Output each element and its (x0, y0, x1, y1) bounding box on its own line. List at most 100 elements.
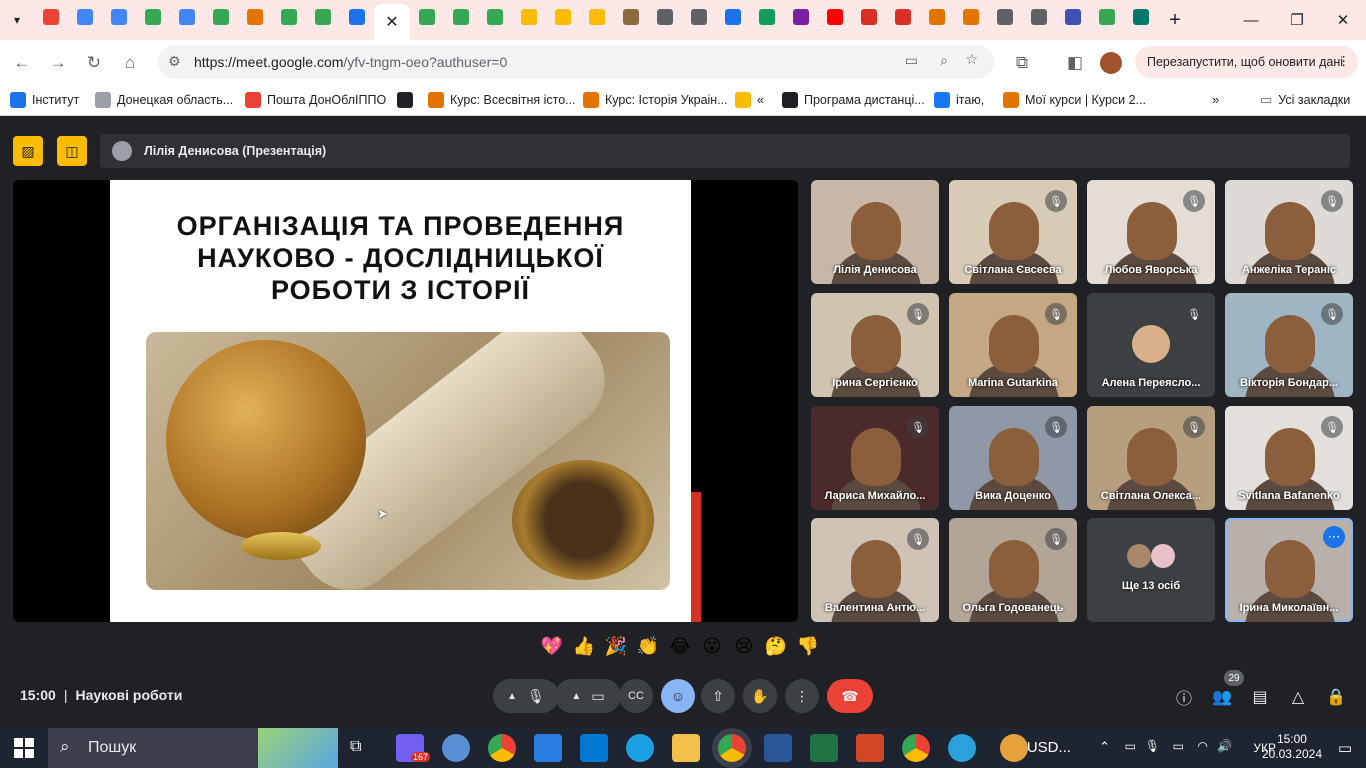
bookmark-item[interactable]: ітаю, (934, 92, 984, 108)
browser-tab[interactable] (886, 0, 920, 34)
bookmark-item[interactable]: Мої курси | Курси 2... (1003, 92, 1146, 108)
browser-tab[interactable] (444, 0, 478, 34)
bookmark-item[interactable] (397, 92, 413, 108)
edge-app[interactable] (626, 734, 654, 762)
mic-button[interactable]: ▲ 🎙 (493, 679, 559, 713)
reaction-emoji-button[interactable]: 👍 (572, 634, 596, 658)
site-info-icon[interactable]: ⚙ (168, 53, 181, 70)
reaction-emoji-button[interactable]: 🎉 (604, 634, 628, 658)
wifi-icon[interactable]: ◠ (1198, 739, 1208, 753)
bookmark-item[interactable]: Донецкая область... (95, 92, 233, 108)
browser-tab[interactable] (1056, 0, 1090, 34)
browser-tab[interactable] (410, 0, 444, 34)
participant-tile[interactable]: 🎙 Ірина Сергієнко (811, 293, 939, 397)
browser-tab[interactable] (546, 0, 580, 34)
reaction-emoji-button[interactable]: 😢 (732, 634, 756, 658)
browser-tab[interactable] (170, 0, 204, 34)
browser-tab[interactable] (1090, 0, 1124, 34)
forward-button[interactable]: → (40, 45, 76, 81)
bookmark-item[interactable]: Курс: Історія Украін... (583, 92, 728, 108)
stop-presenting-button[interactable]: ▨ (13, 136, 43, 166)
browser-tab[interactable] (580, 0, 614, 34)
end-call-button[interactable]: ☎ (827, 679, 873, 713)
browser-tab[interactable] (852, 0, 886, 34)
taskbar-search[interactable]: ⌕ Пошук (48, 728, 338, 768)
meeting-details-button[interactable]: ⓘ (1170, 683, 1198, 711)
viber-app[interactable]: 167 (396, 734, 430, 762)
participant-tile[interactable]: ⋯ Ірина Миколаївн... (1225, 518, 1353, 622)
all-bookmarks[interactable]: ▭ Усі закладки (1260, 92, 1350, 108)
browser-tab[interactable] (102, 0, 136, 34)
chevron-right-icon[interactable]: » (1212, 92, 1219, 107)
participant-tile[interactable]: 🎙 Світлана Євсеєва (949, 180, 1077, 284)
browser-tab[interactable] (34, 0, 68, 34)
host-controls-button[interactable]: 🔒 (1322, 683, 1350, 711)
camera-button[interactable]: ▲ ▭ (555, 679, 621, 713)
browser-tab[interactable] (238, 0, 272, 34)
browser-tab[interactable] (1124, 0, 1158, 34)
layout-button[interactable]: ◫ (57, 136, 87, 166)
participant-tile[interactable]: 🎙 Анжеліка Тераніс (1225, 180, 1353, 284)
restore-button[interactable]: ❐ (1274, 0, 1320, 40)
tab-search-button[interactable]: ▾ (0, 3, 34, 37)
store-app[interactable] (534, 734, 562, 762)
more-horiz-icon[interactable]: ⋯ (1323, 526, 1345, 548)
participant-tile[interactable]: 🎙 Світлана Олекса... (1087, 406, 1215, 510)
browser-tab[interactable] (272, 0, 306, 34)
bookmark-item[interactable]: Пошта ДонОблІППО (245, 92, 386, 108)
task-view-icon[interactable]: ⧉ (350, 738, 361, 756)
reaction-emoji-button[interactable]: 💖 (540, 634, 564, 658)
home-button[interactable]: ⌂ (112, 45, 148, 81)
browser-tab[interactable] (716, 0, 750, 34)
close-tab-icon[interactable]: ✕ (385, 12, 398, 32)
zoom-icon[interactable]: ⌕ (940, 52, 948, 69)
participant-tile[interactable]: 🎙 Алена Переясло... (1087, 293, 1215, 397)
participant-tile[interactable]: 🎙 Svitlana Bafanenko (1225, 406, 1353, 510)
browser-tab[interactable] (750, 0, 784, 34)
volume-icon[interactable]: 🔊 (1217, 739, 1232, 753)
extensions-button[interactable]: ⧉ (1004, 45, 1040, 81)
bookmark-item[interactable]: Програма дистанці... (782, 92, 925, 108)
browser-tab[interactable] (818, 0, 852, 34)
present-button[interactable]: ⇧ (701, 679, 735, 713)
excel-app[interactable] (810, 734, 838, 762)
chrome-app-2[interactable] (902, 734, 930, 762)
browser-tab[interactable] (136, 0, 170, 34)
browser-tab[interactable] (512, 0, 546, 34)
browser-tab[interactable] (648, 0, 682, 34)
raise-hand-button[interactable]: ✋ (743, 679, 777, 713)
browser-tab[interactable] (340, 0, 374, 34)
chrome-app[interactable] (488, 734, 516, 762)
reaction-emoji-button[interactable]: 😂 (668, 634, 692, 658)
activities-button[interactable]: △ (1284, 683, 1312, 711)
more-options-button[interactable]: ⋮ (785, 679, 819, 713)
browser-tab[interactable] (68, 0, 102, 34)
participant-tile[interactable]: 🎙 Лариса Михайло... (811, 406, 939, 510)
chat-button[interactable]: ▤ (1246, 683, 1274, 711)
browser-tab[interactable] (478, 0, 512, 34)
telegram-app[interactable] (948, 734, 976, 762)
start-button[interactable] (14, 738, 34, 758)
bookmark-item[interactable]: « (735, 92, 764, 108)
more-participants-tile[interactable]: Ще 13 осіб (1087, 518, 1215, 622)
browser-tab[interactable] (204, 0, 238, 34)
participant-tile[interactable]: 🎙 Вика Доценко (949, 406, 1077, 510)
profile-avatar[interactable] (1100, 52, 1122, 74)
notifications-icon[interactable]: ▭ (1338, 739, 1352, 757)
bookmark-item[interactable]: Курс: Всесвітня істо... (428, 92, 576, 108)
reaction-emoji-button[interactable]: 👏 (636, 634, 660, 658)
close-window-button[interactable]: ✕ (1320, 0, 1366, 40)
battery-icon[interactable]: ▭ (1173, 739, 1184, 753)
browser-tab[interactable] (920, 0, 954, 34)
weather-icon[interactable] (1000, 734, 1028, 762)
reload-button[interactable]: ↻ (76, 45, 112, 81)
new-tab-button[interactable]: + (1158, 0, 1192, 40)
word-app[interactable] (764, 734, 792, 762)
mail-app[interactable] (580, 734, 608, 762)
browser-tab[interactable] (306, 0, 340, 34)
participant-tile[interactable]: Лілія Денисова (811, 180, 939, 284)
bookmark-item[interactable]: Інститут (10, 92, 79, 108)
chrome-app-active[interactable] (718, 734, 746, 762)
participant-tile[interactable]: 🎙 Marina Gutarkina (949, 293, 1077, 397)
browser-tab[interactable] (682, 0, 716, 34)
